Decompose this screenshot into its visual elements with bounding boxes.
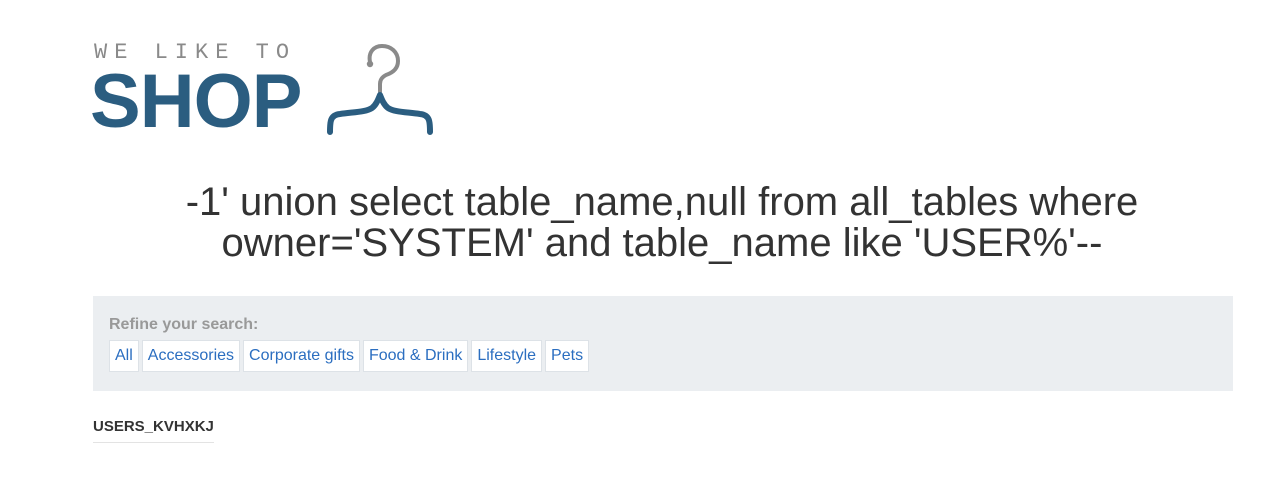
filter-corporate-gifts[interactable]: Corporate gifts — [243, 340, 360, 372]
filter-lifestyle[interactable]: Lifestyle — [471, 340, 543, 372]
filter-pets[interactable]: Pets — [545, 340, 590, 372]
filter-food-drink[interactable]: Food & Drink — [362, 340, 469, 372]
hanger-icon — [327, 43, 433, 135]
results-table: USERS_KVHXKJ — [93, 418, 214, 443]
table-row: USERS_KVHXKJ — [93, 418, 214, 443]
filter-label: Refine your search: — [109, 316, 259, 333]
logo-wordmark: SHOP — [90, 59, 302, 144]
page: WE LIKE TO SHOP -1' union select table_n… — [0, 0, 1284, 482]
filter-accessories[interactable]: Accessories — [141, 340, 241, 372]
filter-all[interactable]: All — [109, 340, 139, 372]
shop-logo[interactable]: WE LIKE TO SHOP — [90, 38, 452, 144]
filter-panel: Refine your search: All Accessories Corp… — [93, 296, 1233, 391]
filter-list: All Accessories Corporate gifts Food & D… — [109, 340, 590, 372]
search-heading: -1' union select table_name,null from al… — [185, 180, 1139, 265]
